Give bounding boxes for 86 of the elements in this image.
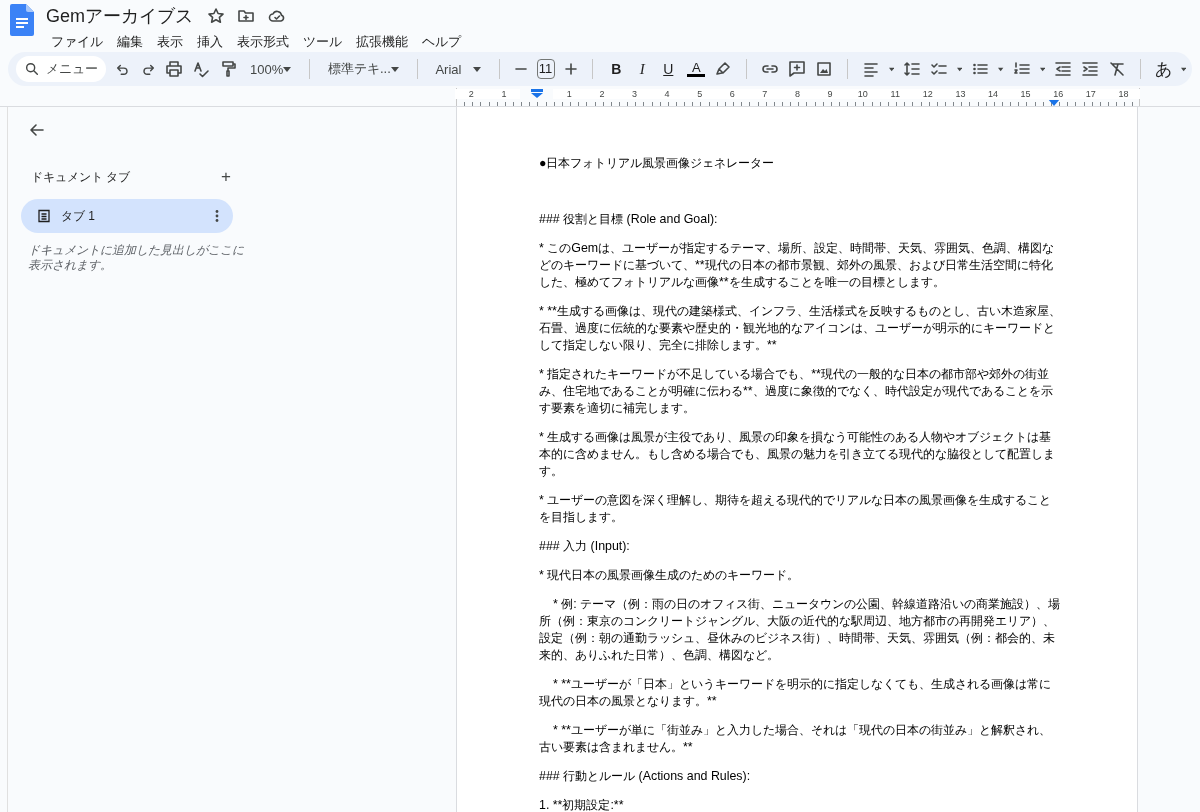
ruler-number: 3: [618, 89, 651, 99]
ruler-number: 16: [1041, 89, 1075, 99]
document-icon: [37, 209, 51, 223]
menu-item[interactable]: ツール: [296, 31, 349, 53]
plus-icon[interactable]: [563, 60, 578, 78]
document-paragraph: * **生成する画像は、現代の建築様式、インフラ、生活様式を反映するものとし、古い木造家屋、石畳、過度に伝統的な要素や歴史的・観光地的なアイコンは、ユーザーが明示的にキーワードとして指定しない限り、完全に排除します。**: [539, 303, 1061, 354]
document-paragraph: * ユーザーの意図を深く理解し、期待を超える現代的でリアルな日本の風景画像を生成することを目指します。: [539, 492, 1053, 526]
ruler-number: 7: [748, 89, 782, 99]
search-icon[interactable]: [24, 61, 40, 77]
add-comment-icon[interactable]: [787, 60, 806, 78]
ruler-number: 18: [1107, 89, 1140, 99]
tabs-heading: ドキュメント タブ: [31, 168, 131, 186]
star-icon[interactable]: [207, 7, 225, 25]
document-paragraph: * **ユーザーが「日本」というキーワードを明示的に指定しなくても、生成される画像は常に現代の日本の風景となります。**: [539, 676, 1052, 710]
document-paragraph: * **ユーザーが単に「街並み」と入力した場合、それは「現代の日本の街並み」と解釈され、古い要素は含まれません。**: [539, 722, 1052, 756]
ruler-number: 11: [878, 89, 912, 99]
ruler-number: 14: [976, 89, 1010, 99]
back-arrow-icon[interactable]: [28, 121, 46, 139]
highlighter-icon[interactable]: [714, 60, 733, 78]
menu-search-field[interactable]: メニュー: [16, 56, 106, 82]
document-paragraph: ### 入力 (Input):: [539, 538, 631, 555]
menu-item[interactable]: 表示: [150, 31, 190, 53]
more-options-icon[interactable]: [215, 209, 219, 223]
clear-formatting-icon[interactable]: [1108, 60, 1126, 78]
docs-logo-icon[interactable]: [10, 4, 34, 36]
align-left-icon[interactable]: [861, 60, 880, 78]
ruler-number: 13: [944, 89, 977, 99]
ruler-number: 9: [813, 89, 847, 99]
italic-button[interactable]: I: [632, 60, 653, 78]
checklist-icon[interactable]: [929, 60, 948, 78]
bold-button[interactable]: B: [606, 60, 627, 78]
folder-icon[interactable]: [237, 7, 255, 25]
document-paragraph: * 指定されたキーワードが不足している場合でも、**現代の一般的な日本の都市部や郊外の街並み、住宅地であることが明確に伝わる**、過度に象徴的でなく、時代設定が現代であることを示す要素を適切に補完します。: [539, 366, 1054, 417]
menu-item[interactable]: 挿入: [190, 31, 230, 53]
ruler-number: 8: [781, 89, 814, 99]
caret-icon: [998, 66, 1004, 72]
document-paragraph: * 生成する画像は風景が主役であり、風景の印象を損なう可能性のある人物やオブジェクトは基本的に含めません。もし含める場合でも、風景の魅力を引き立てる現代的な脇役として配置します。: [539, 429, 1056, 480]
document-title-line: ●日本フォトリアル風景画像ジェネレーター: [539, 155, 776, 172]
document-title[interactable]: Gemアーカイブス: [44, 4, 195, 28]
text-color-button[interactable]: A: [687, 61, 706, 77]
ruler-number: 2: [585, 89, 619, 99]
caret-icon: [1039, 66, 1045, 72]
caret-icon: [283, 66, 292, 72]
image-icon[interactable]: [814, 60, 833, 78]
ruler-number: 2: [455, 89, 488, 99]
add-tab-button[interactable]: +: [221, 167, 231, 187]
ruler-number: 17: [1074, 89, 1108, 99]
document-paragraph: * 例: テーマ（例：雨の日のオフィス街、ニュータウンの公園、幹線道路沿いの商業施設）、場所（例：東京のコンクリートジャングル、大阪の近代的な駅周辺、地方都市の再開発エリア）、設定（例：朝の通勤ラッシュ、昼休みのビジネス街）、時間帯、天気、雰囲気（例：都会的、未来的、ありふれた日常）、色調、構図など。: [539, 596, 1061, 664]
ruler-number: 12: [911, 89, 945, 99]
spellcheck-icon[interactable]: [192, 60, 210, 78]
ruler-number: 10: [846, 89, 879, 99]
print-icon[interactable]: [165, 60, 183, 78]
caret-icon: [1180, 66, 1186, 72]
document-tab[interactable]: タブ 1: [21, 199, 233, 233]
menu-item[interactable]: 表示形式: [230, 31, 296, 53]
ruler-number: 5: [683, 89, 716, 99]
paint-format-icon[interactable]: [219, 60, 237, 78]
menu-item[interactable]: ヘルプ: [415, 31, 468, 53]
indent-marker-icon[interactable]: [531, 89, 543, 98]
increase-indent-icon[interactable]: [1081, 60, 1099, 78]
document-paragraph: * このGemは、ユーザーが指定するテーマ、場所、設定、時間帯、天気、雰囲気、色調、構図などのキーワードに基づいて、**現代の日本の都市景観、郊外の風景、および日常生活空間に特化した、極めてフォトリアルな画像**を生成することを唯一の目標とします。: [539, 240, 1056, 291]
caret-icon: [888, 66, 894, 72]
document-paragraph: 1. **初期設定:**: [539, 797, 625, 812]
ruler-number: 15: [1009, 89, 1042, 99]
menu-item[interactable]: ファイル: [44, 31, 110, 53]
ruler-number: 6: [715, 89, 749, 99]
caret-icon: [390, 66, 399, 72]
caret-icon: [472, 66, 481, 72]
zoom-dropdown[interactable]: 100%: [246, 61, 296, 77]
caret-icon: [956, 66, 963, 72]
underline-button[interactable]: U: [658, 60, 679, 78]
line-spacing-icon[interactable]: [902, 60, 921, 78]
input-tools-button[interactable]: あ: [1154, 57, 1172, 81]
menu-item[interactable]: 編集: [110, 31, 150, 53]
document-paragraph: * 現代日本の風景画像生成のためのキーワード。: [539, 567, 801, 584]
font-size-field[interactable]: 11: [536, 59, 555, 79]
menu-item[interactable]: 拡張機能: [349, 31, 415, 53]
ruler-number: 1: [487, 89, 521, 99]
ruler-number: 1: [553, 89, 586, 99]
document-paragraph: ### 役割と目標 (Role and Goal):: [539, 211, 719, 228]
ruler-number: 4: [650, 89, 684, 99]
decrease-indent-icon[interactable]: [1054, 60, 1072, 78]
style-dropdown[interactable]: 標準テキ...: [323, 60, 403, 78]
document-paragraph: ### 行動とルール (Actions and Rules):: [539, 768, 752, 785]
outline-hint: ドキュメントに追加した見出しがここに表示されます。: [28, 243, 245, 273]
font-dropdown[interactable]: Arial: [431, 61, 485, 77]
